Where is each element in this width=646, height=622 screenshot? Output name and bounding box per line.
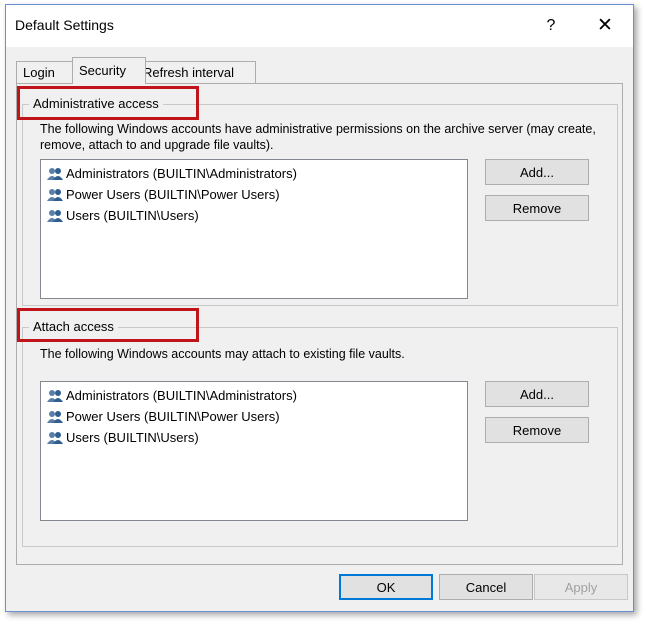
apply-button[interactable]: Apply <box>534 574 628 600</box>
user-group-icon <box>47 432 63 444</box>
list-item[interactable]: Power Users (BUILTIN\Power Users) <box>47 185 280 205</box>
administrative-accounts-list[interactable]: Administrators (BUILTIN\Administrators) … <box>40 159 468 299</box>
list-item[interactable]: Power Users (BUILTIN\Power Users) <box>47 407 280 427</box>
tab-login[interactable]: Login <box>16 61 73 84</box>
dialog-title: Default Settings <box>15 17 114 33</box>
user-group-icon <box>47 411 63 423</box>
administrative-access-description: The following Windows accounts have admi… <box>40 122 596 152</box>
attach-access-highlight-box <box>17 308 199 342</box>
tab-security[interactable]: Security <box>72 57 146 84</box>
user-group-icon <box>47 390 63 402</box>
account-label: Administrators (BUILTIN\Administrators) <box>66 166 297 181</box>
list-item[interactable]: Users (BUILTIN\Users) <box>47 206 199 226</box>
attach-access-description: The following Windows accounts may attac… <box>40 347 405 361</box>
user-group-icon <box>47 189 63 201</box>
account-label: Power Users (BUILTIN\Power Users) <box>66 187 280 202</box>
list-item[interactable]: Administrators (BUILTIN\Administrators) <box>47 164 297 184</box>
attach-accounts-list[interactable]: Administrators (BUILTIN\Administrators) … <box>40 381 468 521</box>
account-label: Users (BUILTIN\Users) <box>66 430 199 445</box>
list-item[interactable]: Users (BUILTIN\Users) <box>47 428 199 448</box>
account-label: Power Users (BUILTIN\Power Users) <box>66 409 280 424</box>
help-button[interactable]: ? <box>536 13 566 39</box>
user-group-icon <box>47 210 63 222</box>
administrative-add-button[interactable]: Add... <box>485 159 589 185</box>
account-label: Administrators (BUILTIN\Administrators) <box>66 388 297 403</box>
administrative-access-highlight-box <box>17 86 199 120</box>
attach-remove-button[interactable]: Remove <box>485 417 589 443</box>
list-item[interactable]: Administrators (BUILTIN\Administrators) <box>47 386 297 406</box>
ok-button[interactable]: OK <box>339 574 433 600</box>
user-group-icon <box>47 168 63 180</box>
attach-add-button[interactable]: Add... <box>485 381 589 407</box>
cancel-button[interactable]: Cancel <box>439 574 533 600</box>
tab-refresh-interval[interactable]: Refresh interval <box>136 61 256 84</box>
close-button[interactable]: ✕ <box>590 13 620 39</box>
title-bar: Default Settings ? ✕ <box>6 5 633 47</box>
administrative-remove-button[interactable]: Remove <box>485 195 589 221</box>
account-label: Users (BUILTIN\Users) <box>66 208 199 223</box>
